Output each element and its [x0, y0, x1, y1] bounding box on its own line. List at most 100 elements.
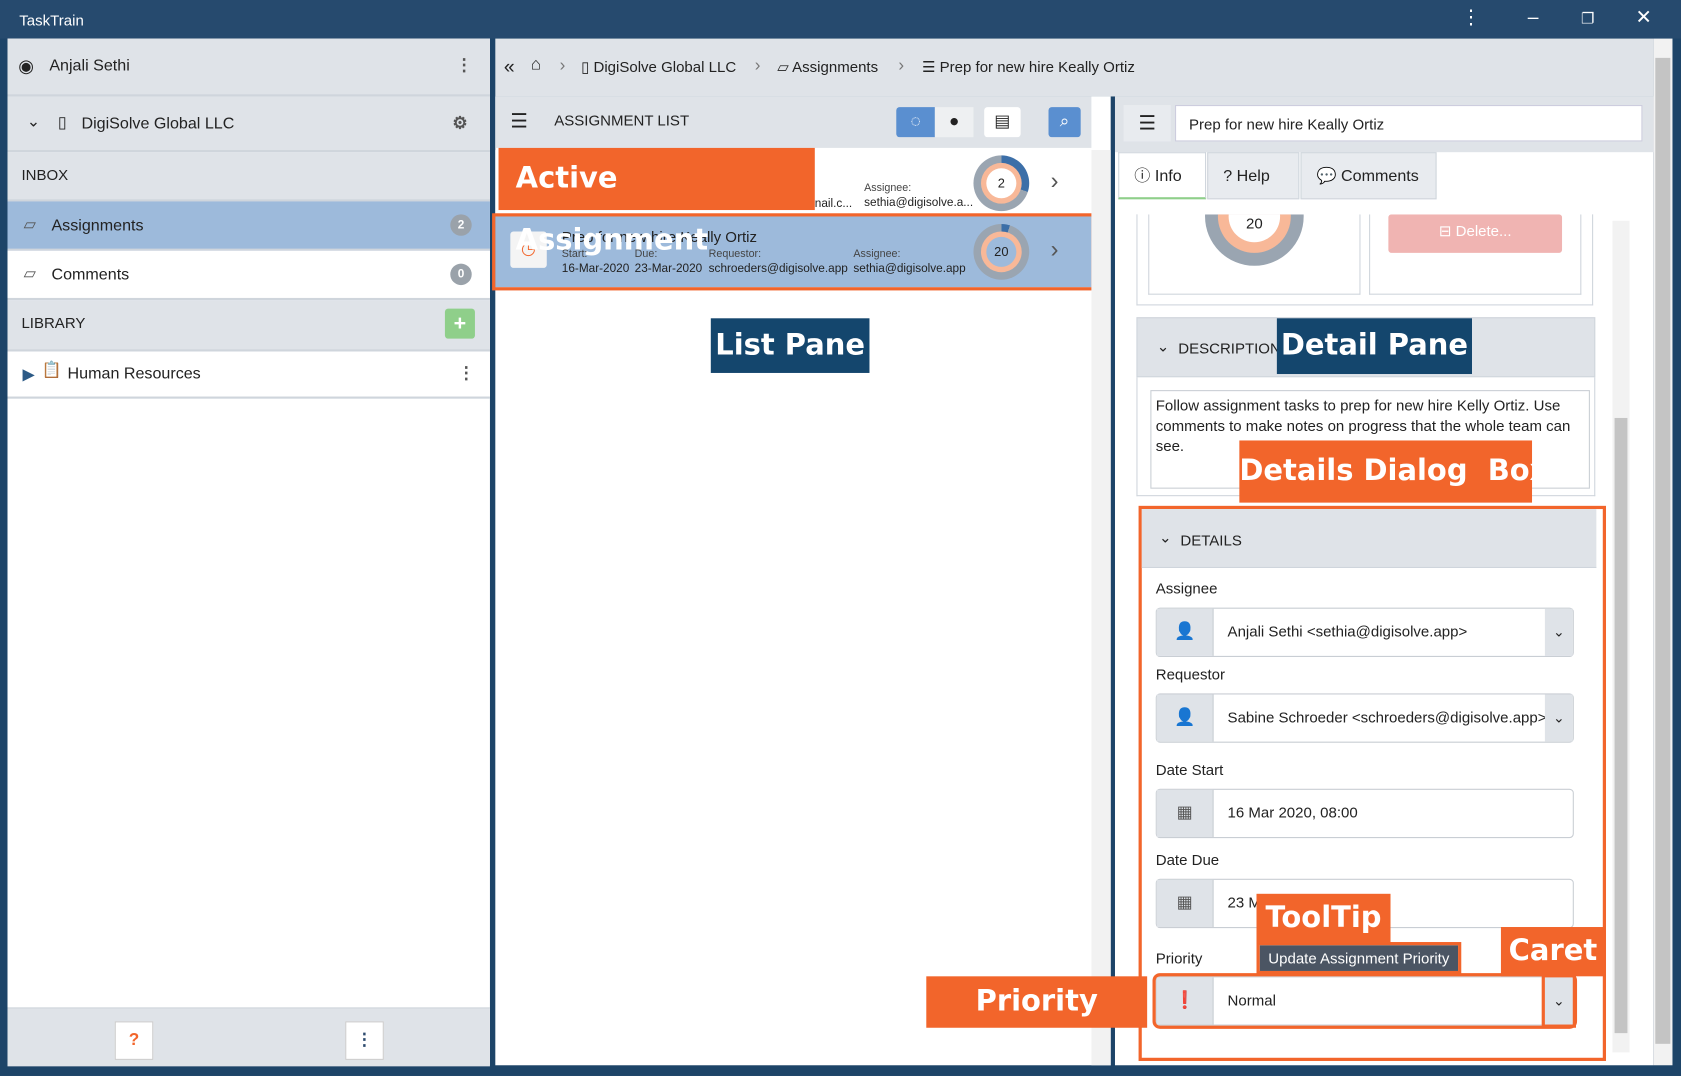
requestor-select[interactable]: 👤 Sabine Schroeder <schroeders@digisolve… [1155, 693, 1574, 743]
inbox-header: INBOX [7, 152, 490, 202]
search-button[interactable]: ⌕ [1048, 107, 1081, 138]
user-menu-icon[interactable]: ⋮ [456, 55, 473, 76]
tab-info[interactable]: ⓘ Info [1118, 152, 1207, 200]
chevron-down-icon: ⌄ [1158, 528, 1172, 546]
user-name: Anjali Sethi [49, 56, 130, 76]
assignee-label: Assignee: [853, 248, 901, 261]
start-label: Start: [561, 248, 588, 261]
list-scrollbar[interactable] [1091, 150, 1111, 1066]
sidebar-item-comments[interactable]: ▱ Comments 0 [7, 250, 490, 301]
help-icon[interactable]: ? [114, 1021, 154, 1060]
calendar-icon: ▦ [1156, 789, 1214, 837]
chevron-down-icon[interactable]: ⌄ [27, 111, 40, 131]
priority-caret[interactable]: ⌄ [1541, 974, 1576, 1028]
breadcrumb: « ⌂ › ▯ DigiSolve Global LLC › ▱ Assignm… [495, 38, 1654, 97]
details-header[interactable]: ⌄ DETAILS [1141, 509, 1597, 569]
count-badge: 2 [450, 214, 472, 236]
close-button[interactable]: ✕ [1627, 6, 1659, 29]
chevron-down-icon: ⌄ [1156, 337, 1170, 355]
calendar-icon: ▦ [1156, 879, 1214, 928]
user-icon: 👤 [1156, 694, 1214, 742]
scroll-thumb[interactable] [1614, 417, 1628, 1034]
assignee-value: Anjali Sethi <sethia@digisolve.app> [1227, 622, 1468, 640]
user-row[interactable]: ◉ Anjali Sethi ⋮ [7, 38, 490, 97]
detail-scrollbar[interactable] [1612, 220, 1630, 1053]
archive-button[interactable]: ▤ [984, 107, 1021, 138]
sidebar-footer: ? ⋮ [7, 1007, 490, 1067]
chevron-down-icon[interactable]: ⌄ [1544, 694, 1573, 742]
breadcrumb-assignments[interactable]: ▱ Assignments [777, 58, 878, 76]
restore-button[interactable]: ❐ [1572, 10, 1604, 28]
list-toolbar: ☰ ASSIGNMENT LIST ◌ ● ▤ ⌕ [495, 96, 1092, 148]
progress-value: 20 [986, 236, 1017, 267]
home-icon[interactable]: ⌂ [531, 56, 541, 75]
tab-comments[interactable]: 💬 Comments [1300, 152, 1437, 200]
building-icon: ▯ [57, 113, 67, 132]
tab-label: Comments [1341, 167, 1419, 186]
breadcrumb-label: DigiSolve Global LLC [593, 57, 737, 76]
breadcrumb-separator: › [754, 56, 761, 76]
info-icon: ⓘ [1134, 167, 1151, 186]
chevron-down-icon[interactable]: ⌄ [1544, 608, 1573, 656]
breadcrumb-current[interactable]: ☰ Prep for new hire Keally Ortiz [922, 58, 1135, 76]
assignee: sethia@digisolve.app [853, 262, 966, 276]
menu-icon[interactable]: ⋮ [1455, 6, 1487, 29]
chevron-right-icon[interactable]: › [1051, 236, 1059, 264]
minimize-button[interactable]: – [1517, 6, 1549, 29]
date-start-input[interactable]: ▦ 16 Mar 2020, 08:00 [1155, 788, 1574, 839]
collapse-icon[interactable]: « [504, 56, 515, 79]
breadcrumb-org[interactable]: ▯ DigiSolve Global LLC [581, 58, 736, 76]
requestor-value: Sabine Schroeder <schroeders@digisolve.a… [1227, 708, 1547, 726]
section-title: DESCRIPTION [1178, 339, 1281, 357]
org-row[interactable]: ⌄ ▯ DigiSolve Global LLC ⚙ [7, 96, 490, 153]
tooltip: Update Assignment Priority [1256, 942, 1462, 975]
priority-select[interactable]: ❗ Normal ⌄ [1152, 973, 1578, 1029]
comment-icon: 💬 [1316, 167, 1337, 186]
org-name: DigiSolve Global LLC [81, 114, 235, 133]
tab-label: Help [1236, 167, 1270, 186]
tab-label: Info [1154, 167, 1182, 186]
add-library-button[interactable]: + [444, 308, 475, 339]
list-icon[interactable]: ☰ [1123, 105, 1171, 142]
sidebar-item-assignments[interactable]: ▱ Assignments 2 [7, 201, 490, 251]
actions-card: ⊟ Delete... [1369, 214, 1582, 295]
annotation-detail-pane: Detail Pane [1276, 318, 1472, 375]
progress-ring: 20 [973, 223, 1030, 280]
inbox-icon: ▱ [23, 215, 36, 234]
progress-card: 20 [1148, 214, 1361, 295]
chevron-right-icon[interactable]: › [1051, 167, 1059, 195]
library-item-human-resources[interactable]: ▶ 📋 Human Resources ⋮ [7, 351, 490, 399]
annotation-details-dialog: Details Dialog Box [1239, 440, 1548, 503]
help-icon: ? [1223, 167, 1233, 186]
detail-title[interactable]: Prep for new hire Keally Ortiz [1175, 105, 1643, 142]
library-item-menu-icon[interactable]: ⋮ [458, 362, 475, 383]
assignee-select[interactable]: 👤 Anjali Sethi <sethia@digisolve.app> ⌄ [1155, 607, 1574, 657]
inbox-icon: ▱ [23, 264, 36, 283]
library-label: LIBRARY [21, 314, 86, 332]
filter-complete-button[interactable]: ● [934, 107, 974, 138]
library-item-label: Human Resources [67, 364, 201, 383]
user-icon: 👤 [1156, 608, 1214, 656]
delete-button[interactable]: ⊟ Delete... [1388, 214, 1563, 253]
requestor: schroeders@digisolve.app [708, 262, 848, 276]
date-start-value: 16 Mar 2020, 08:00 [1227, 803, 1358, 821]
gear-icon[interactable]: ⚙ [452, 113, 467, 134]
list-title: ASSIGNMENT LIST [554, 111, 690, 129]
window-scrollbar[interactable] [1653, 38, 1673, 1066]
assignee-label: Assignee: [864, 182, 912, 194]
scroll-thumb[interactable] [1655, 57, 1671, 1044]
tab-help[interactable]: ? Help [1207, 152, 1300, 200]
date-start-label: Date Start [1155, 760, 1224, 779]
due-label: Due: [634, 248, 658, 261]
annotation-tooltip: ToolTip [1256, 893, 1391, 944]
sidebar: ◉ Anjali Sethi ⋮ ⌄ ▯ DigiSolve Global LL… [7, 38, 490, 1067]
date-due-label: Date Due [1155, 850, 1220, 869]
info-cards: 20 ⊟ Delete... [1136, 214, 1594, 306]
more-menu-icon[interactable]: ⋮ [345, 1021, 384, 1060]
filter-active-button[interactable]: ◌ [896, 107, 935, 138]
expand-triangle-icon[interactable]: ▶ [23, 364, 35, 383]
user-icon: ◉ [18, 55, 35, 77]
delete-label: Delete... [1455, 221, 1512, 239]
annotation-active-assignment: Active Assignment [498, 147, 815, 257]
requestor-label: Requestor [1155, 665, 1225, 683]
